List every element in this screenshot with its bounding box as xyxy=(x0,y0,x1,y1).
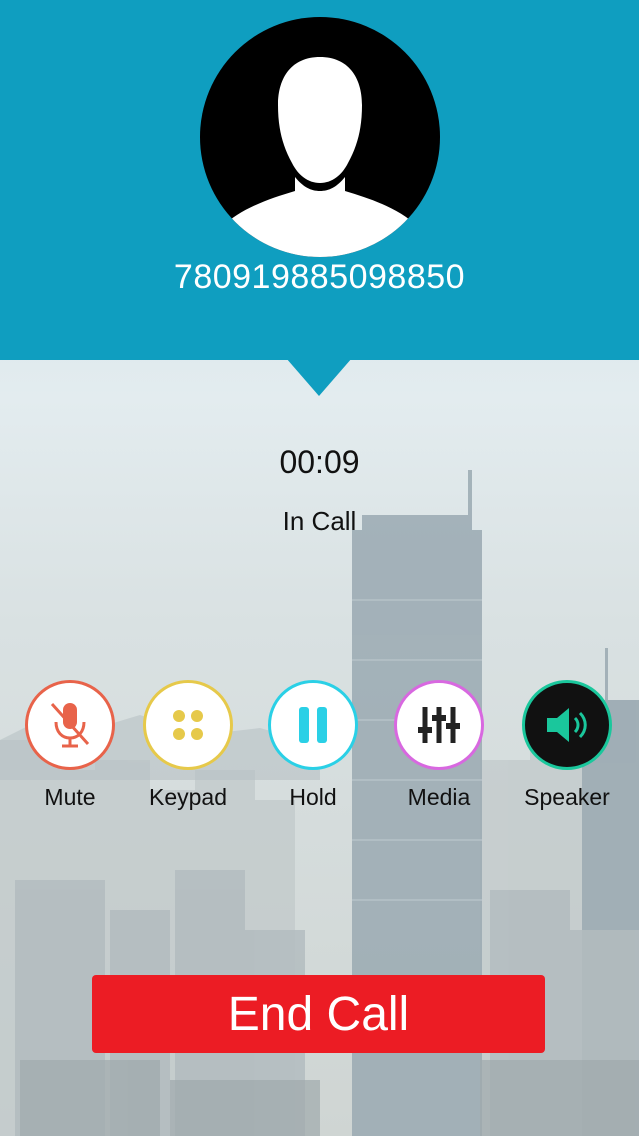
pause-icon xyxy=(299,707,327,743)
speaker-icon xyxy=(547,708,587,742)
speaker-circle[interactable] xyxy=(522,680,612,770)
speaker-button[interactable]: Speaker xyxy=(517,680,617,811)
hold-circle[interactable] xyxy=(268,680,358,770)
keypad-icon xyxy=(173,710,203,740)
speaker-label: Speaker xyxy=(524,784,610,810)
end-call-button[interactable]: End Call xyxy=(92,975,545,1053)
mute-label: Mute xyxy=(44,784,96,810)
call-timer: 00:09 xyxy=(279,444,360,480)
caller-avatar xyxy=(200,17,440,257)
hold-button[interactable]: Hold xyxy=(263,680,363,811)
media-circle[interactable] xyxy=(394,680,484,770)
header-pointer xyxy=(286,358,352,396)
call-status: In Call xyxy=(282,506,357,536)
equalizer-icon xyxy=(418,707,460,743)
person-icon xyxy=(222,57,418,257)
mute-button[interactable]: Mute xyxy=(20,680,120,811)
keypad-button[interactable]: Keypad xyxy=(138,680,238,811)
keypad-circle[interactable] xyxy=(143,680,233,770)
media-label: Media xyxy=(407,784,471,810)
keypad-label: Keypad xyxy=(148,784,227,810)
hold-label: Hold xyxy=(289,784,337,810)
caller-number: 780919885098850 xyxy=(173,258,466,296)
mic-off-icon xyxy=(50,702,90,748)
media-button[interactable]: Media xyxy=(389,680,489,811)
mute-circle[interactable] xyxy=(25,680,115,770)
